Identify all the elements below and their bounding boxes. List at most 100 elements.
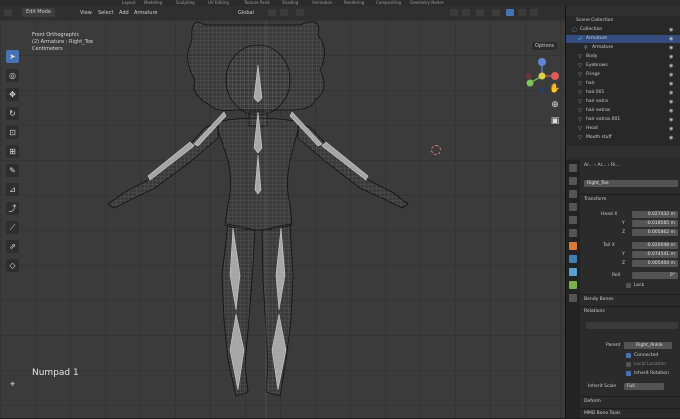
head-z-field[interactable]: 0.005862 m: [632, 229, 678, 236]
bone-collections-field[interactable]: [586, 322, 678, 329]
connected-checkbox[interactable]: [626, 353, 631, 358]
constraints-tab-icon[interactable]: [569, 255, 577, 263]
transform-section[interactable]: Transform: [580, 194, 680, 205]
scene-tab-icon[interactable]: [569, 216, 577, 224]
mesh-icon: ▽: [578, 108, 582, 114]
data-tab-icon[interactable]: [569, 268, 577, 276]
eye-icon[interactable]: ◉: [669, 89, 673, 97]
pivot-button[interactable]: [268, 9, 276, 16]
view-layer-tab-icon[interactable]: [569, 203, 577, 211]
tool-tab-icon[interactable]: [569, 164, 577, 172]
xray-button[interactable]: [492, 9, 500, 16]
3d-cursor[interactable]: [431, 145, 441, 155]
inherit-scale-dropdown[interactable]: Full: [624, 383, 664, 390]
visibility-button[interactable]: [450, 9, 458, 16]
outliner-item[interactable]: ▽ Head ◉: [566, 125, 680, 133]
tail-x-field[interactable]: -0.020048 m: [632, 242, 678, 249]
eye-icon[interactable]: ◉: [669, 35, 673, 43]
outliner-item[interactable]: ▽ hair extras.001 ◉: [566, 116, 680, 124]
render-tab-icon[interactable]: [569, 177, 577, 185]
camera-view-icon[interactable]: ▣: [549, 116, 561, 128]
editor-type-button[interactable]: [4, 9, 12, 16]
bendy-bones-section[interactable]: Bendy Bones: [580, 294, 680, 305]
shear-tool-icon[interactable]: ◇: [6, 259, 19, 272]
parent-field[interactable]: Right_Ankle: [624, 342, 672, 349]
eye-icon[interactable]: ◉: [669, 62, 673, 70]
measure-tool-icon[interactable]: ⊿: [6, 183, 19, 196]
annotate-tool-icon[interactable]: ✎: [6, 164, 19, 177]
tail-z-field[interactable]: 0.005404 m: [632, 260, 678, 267]
menu-view[interactable]: View: [80, 6, 92, 20]
inherit-rotation-checkbox[interactable]: [626, 371, 631, 376]
proportional-edit-button[interactable]: [296, 9, 304, 16]
outliner-item[interactable]: ▽ Fringe ◉: [566, 71, 680, 79]
tail-y-label: Y: [622, 252, 625, 257]
eye-icon[interactable]: ◉: [669, 107, 673, 115]
outliner-item[interactable]: ▽ hair extras ◉: [566, 107, 680, 115]
eye-icon[interactable]: ◉: [669, 134, 673, 142]
eye-icon[interactable]: ◉: [669, 44, 673, 52]
roll-field[interactable]: 0°: [632, 272, 678, 279]
object-tab-icon[interactable]: [569, 242, 577, 250]
mouse-icon: ⌖: [10, 380, 16, 390]
options-dropdown[interactable]: Options: [532, 42, 558, 50]
bone-name-field[interactable]: Right_Toe: [584, 180, 678, 187]
outliner-item[interactable]: ▽ hair.001 ◉: [566, 89, 680, 97]
extrude-tool-icon[interactable]: ⇗: [6, 240, 19, 253]
head-x-field[interactable]: 0.027432 m: [632, 211, 678, 218]
eye-icon[interactable]: ◉: [669, 53, 673, 61]
menu-add[interactable]: Add: [119, 6, 129, 20]
overlay-toggle-button[interactable]: [476, 9, 484, 16]
hand-pan-icon[interactable]: ✋: [549, 84, 561, 96]
eye-icon[interactable]: ◉: [669, 116, 673, 124]
3d-viewport[interactable]: Front Orthographic (2) Armature : Right_…: [0, 20, 565, 418]
rotate-tool-icon[interactable]: ↻: [6, 107, 19, 120]
outliner-item[interactable]: ☍ Armature ◉: [566, 35, 680, 43]
bone-size-tool-icon[interactable]: ⟋: [6, 221, 19, 234]
cursor-tool-icon[interactable]: ◎: [6, 69, 19, 82]
eye-icon[interactable]: ◉: [669, 80, 673, 88]
roll-tool-icon[interactable]: ⤴: [6, 202, 19, 215]
world-tab-icon[interactable]: [569, 229, 577, 237]
mmd-bone-tools-section[interactable]: MMD Bone Tools: [580, 408, 680, 419]
bone-constraint-tab-icon[interactable]: [569, 294, 577, 302]
local-location-checkbox[interactable]: [626, 362, 631, 367]
lock-checkbox[interactable]: [626, 283, 631, 288]
eye-icon[interactable]: ◉: [669, 125, 673, 133]
shading-material-button[interactable]: [518, 9, 526, 16]
deform-section[interactable]: Deform: [580, 396, 680, 407]
outliner-scene-collection[interactable]: Scene Collection: [566, 17, 680, 25]
menu-select[interactable]: Select: [98, 6, 113, 20]
outliner-item[interactable]: ▽ hair extra ◉: [566, 98, 680, 106]
relations-section[interactable]: Relations: [580, 306, 680, 317]
outliner-item[interactable]: ▽ Mouth stuff ◉: [566, 134, 680, 142]
character-mesh[interactable]: [0, 20, 565, 418]
outliner-item[interactable]: ▽ Body ◉: [566, 53, 680, 61]
shading-solid-button[interactable]: [506, 9, 514, 16]
zoom-icon[interactable]: ⊕: [549, 100, 561, 112]
move-tool-icon[interactable]: ✥: [6, 88, 19, 101]
bone-tab-icon[interactable]: [569, 281, 577, 289]
select-tool-icon[interactable]: ➤: [6, 50, 19, 63]
transform-tool-icon[interactable]: ⊞: [6, 145, 19, 158]
eye-icon[interactable]: ◉: [669, 98, 673, 106]
output-tab-icon[interactable]: [569, 190, 577, 198]
mode-dropdown[interactable]: Edit Mode: [22, 8, 55, 17]
shading-rendered-button[interactable]: [530, 9, 538, 16]
tail-y-field[interactable]: -0.074541 m: [632, 251, 678, 258]
head-x-label: Head X: [601, 212, 618, 217]
outliner-item[interactable]: ▽ hair ◉: [566, 80, 680, 88]
scale-tool-icon[interactable]: ⊡: [6, 126, 19, 139]
head-y-field[interactable]: -0.018585 m: [632, 220, 678, 227]
outliner-item-label: Armature: [586, 36, 608, 41]
transform-orientation-dropdown[interactable]: Global: [238, 6, 254, 20]
outliner-item[interactable]: ▽ Eyebrows ◉: [566, 62, 680, 70]
eye-icon[interactable]: ◉: [669, 71, 673, 79]
gizmo-toggle-button[interactable]: [462, 9, 470, 16]
outliner-item[interactable]: ⚲ Armature ◉: [566, 44, 680, 52]
mesh-icon: ▽: [578, 135, 582, 141]
snap-button[interactable]: [280, 9, 288, 16]
eye-icon[interactable]: ◉: [669, 26, 673, 34]
menu-armature[interactable]: Armature: [134, 6, 157, 20]
outliner-item[interactable]: ▢ Collection ◉: [566, 26, 680, 34]
